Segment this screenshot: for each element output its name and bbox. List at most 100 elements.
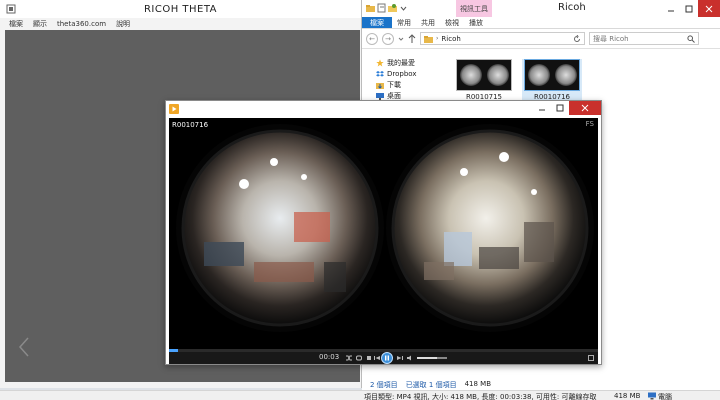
tab-play[interactable]: 播放: [464, 17, 488, 28]
search-icon: [687, 34, 695, 43]
player-titlebar: [166, 101, 601, 117]
player-close-button[interactable]: [569, 101, 601, 115]
nav-item-label: 我的最愛: [387, 58, 415, 67]
new-folder-icon[interactable]: [388, 3, 397, 13]
volume-icon[interactable]: [406, 354, 414, 362]
maximize-button[interactable]: [680, 0, 698, 17]
pause-icon[interactable]: [381, 352, 393, 364]
repeat-icon[interactable]: [355, 354, 363, 362]
nav-item-label: 下載: [387, 80, 401, 89]
player-window-buttons: [533, 101, 601, 115]
media-player-icon[interactable]: [169, 104, 179, 114]
computer-icon: [648, 392, 656, 400]
volume-slider[interactable]: [417, 357, 447, 359]
search-input[interactable]: 搜尋 Ricoh: [589, 32, 699, 45]
explorer-titlebar: 視訊工具 Ricoh: [362, 0, 720, 17]
playback-controls: 00:03: [169, 352, 598, 364]
previous-icon[interactable]: [373, 354, 381, 362]
maximize-icon: [556, 104, 564, 112]
video-tools-context-tab[interactable]: 視訊工具: [456, 0, 492, 17]
folder-icon: [424, 35, 433, 43]
address-bar[interactable]: › Ricoh: [420, 32, 585, 45]
quick-access-toolbar: [366, 3, 408, 13]
nav-item-label: Dropbox: [387, 69, 417, 78]
thumbnail-lens: [527, 64, 550, 86]
status-location: 電腦: [658, 393, 672, 400]
theta-menubar: 檔案 顯示 theta360.com 說明: [0, 18, 361, 30]
download-folder-icon: [376, 82, 384, 89]
nav-item-downloads[interactable]: 下載: [362, 79, 450, 90]
theta-window-title: RICOH THETA: [143, 3, 218, 15]
fisheye-lens-right: [386, 124, 594, 332]
explorer-window-title: Ricoh: [558, 2, 586, 13]
nav-item-favorites[interactable]: 我的最愛: [362, 57, 450, 68]
up-arrow-icon[interactable]: [408, 33, 416, 44]
fs-label: FS: [585, 120, 594, 128]
tab-view[interactable]: 檢視: [440, 17, 464, 28]
video-player-window: R0010716 FS 00:03: [165, 100, 602, 365]
explorer-status-summary: 2 個項目 已選取 1 個項目 418 MB: [370, 380, 491, 390]
tab-file[interactable]: 檔案: [362, 17, 392, 28]
elapsed-time: 00:03: [319, 353, 340, 361]
back-button[interactable]: ←: [366, 32, 378, 45]
chevron-down-icon[interactable]: [399, 3, 408, 13]
tab-home[interactable]: 常用: [392, 17, 416, 28]
stop-icon[interactable]: [365, 354, 373, 362]
minimize-icon: [668, 10, 674, 11]
explorer-window-buttons: [662, 0, 720, 17]
volume-slider-fill: [417, 357, 437, 359]
menu-file[interactable]: 檔案: [9, 19, 23, 29]
forward-button[interactable]: →: [382, 32, 394, 45]
refresh-icon[interactable]: [573, 35, 581, 43]
desktop: RICOH THETA 檔案 顯示 theta360.com 說明 視訊工具 R…: [0, 0, 720, 400]
thumbnail-lens: [459, 64, 482, 86]
dropbox-icon: [376, 70, 384, 77]
app-icon[interactable]: [6, 4, 16, 14]
video-thumbnail: [524, 59, 580, 91]
fullscreen-button[interactable]: [588, 355, 594, 361]
menu-help[interactable]: 說明: [116, 19, 130, 29]
recent-locations-icon[interactable]: [398, 35, 404, 43]
selected-count: 已選取 1 個項目: [405, 381, 457, 389]
menu-view[interactable]: 顯示: [33, 19, 47, 29]
menu-website[interactable]: theta360.com: [57, 20, 106, 28]
close-icon: [581, 104, 589, 112]
video-frame[interactable]: R0010716 FS: [169, 118, 598, 349]
item-count: 2 個項目: [370, 381, 398, 389]
video-file-name: R0010716: [172, 121, 209, 129]
file-item-r0010715[interactable]: R0010715: [454, 59, 514, 101]
file-item-r0010716[interactable]: R0010716: [522, 59, 582, 101]
search-placeholder: 搜尋 Ricoh: [593, 34, 629, 43]
thumbnail-lens: [554, 64, 577, 86]
explorer-status-bar: 項目類型: MP4 視訊, 大小: 418 MB, 長度: 00:03:38, …: [0, 390, 720, 400]
desktop-icon: [376, 92, 384, 100]
shuffle-icon[interactable]: [345, 354, 353, 362]
player-maximize-button[interactable]: [551, 101, 569, 115]
next-icon[interactable]: [396, 354, 404, 362]
video-thumbnail: [456, 59, 512, 91]
minimize-icon: [539, 109, 545, 111]
close-icon: [705, 5, 713, 12]
status-size: 418 MB: [614, 392, 641, 400]
nav-item-dropbox[interactable]: Dropbox: [362, 68, 450, 79]
selected-size: 418 MB: [464, 380, 492, 388]
ribbon-tabs: 檔案 常用 共用 檢視 播放: [362, 17, 720, 29]
star-icon: [376, 59, 384, 66]
chevron-left-icon[interactable]: [16, 336, 32, 358]
fisheye-lens-left: [176, 124, 384, 332]
navigation-bar: ← → › Ricoh 搜尋 Ricoh: [362, 29, 720, 49]
chevron-right-icon: ›: [436, 35, 439, 42]
address-text: Ricoh: [441, 34, 461, 43]
player-minimize-button[interactable]: [533, 101, 551, 115]
item-details: 項目類型: MP4 視訊, 大小: 418 MB, 長度: 00:03:38, …: [364, 393, 597, 400]
thumbnail-lens: [486, 64, 509, 86]
file-list: R0010715 R0010716: [454, 59, 582, 101]
close-button[interactable]: [698, 0, 720, 17]
properties-icon[interactable]: [377, 3, 386, 13]
tab-share[interactable]: 共用: [416, 17, 440, 28]
folder-icon[interactable]: [366, 3, 375, 13]
minimize-button[interactable]: [662, 0, 680, 17]
maximize-icon: [685, 5, 693, 12]
nav-item-label: 桌面: [387, 91, 401, 100]
theta-titlebar: RICOH THETA: [0, 0, 361, 18]
